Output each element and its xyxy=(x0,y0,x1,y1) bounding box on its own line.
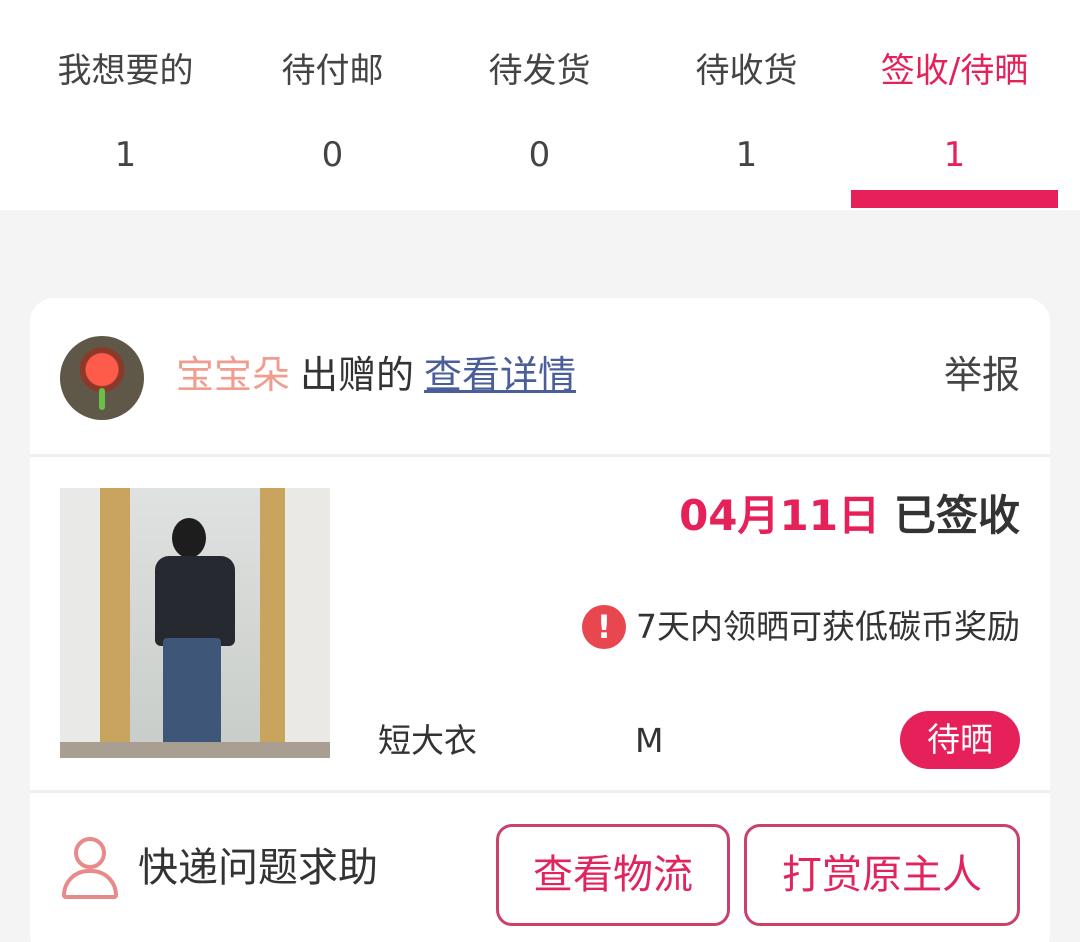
received-status: 已签收 xyxy=(893,491,1020,540)
reward-text: 7天内领晒可获低碳币奖励 xyxy=(636,607,1020,646)
divider xyxy=(30,790,1050,793)
tab-count: 0 xyxy=(321,135,344,175)
person-jeans xyxy=(163,638,221,753)
person-coat xyxy=(155,556,235,646)
tab-label: 待收货 xyxy=(695,51,798,91)
received-date: 04月11日 xyxy=(679,491,880,540)
tab-active-underline xyxy=(851,190,1058,208)
tip-original-owner-button[interactable]: 打赏原主人 xyxy=(744,824,1020,926)
tab-label: 待付邮 xyxy=(281,51,384,91)
product-photo[interactable] xyxy=(60,488,330,758)
tab-count: 1 xyxy=(114,135,137,175)
help-label: 快递问题求助 xyxy=(138,845,378,891)
tab-count: 1 xyxy=(735,135,758,175)
delivery-help[interactable]: 快递问题求助 xyxy=(60,828,378,908)
date-status: 04月11日 已签收 xyxy=(679,488,1020,544)
tab-pending-postage[interactable]: 待付邮 0 xyxy=(229,0,436,210)
tab-pending-shipment[interactable]: 待发货 0 xyxy=(436,0,643,210)
donor-name[interactable]: 宝宝朵 xyxy=(176,353,290,397)
view-details-link[interactable]: 查看详情 xyxy=(424,353,576,397)
floor xyxy=(60,742,330,758)
person-head xyxy=(172,518,206,558)
tab-label: 签收/待晒 xyxy=(880,51,1029,91)
item-size: M xyxy=(635,721,664,760)
tab-received-share[interactable]: 签收/待晒 1 xyxy=(851,0,1058,210)
exclamation-circle-icon: ! xyxy=(582,605,626,649)
order-card: 宝宝朵 出赠的 查看详情 举报 04月11日 已签收 ! 7天内领晒可获低碳币奖励 短… xyxy=(30,298,1050,942)
divider xyxy=(30,454,1050,457)
tab-wanted[interactable]: 我想要的 1 xyxy=(22,0,229,210)
person-icon xyxy=(60,837,120,899)
view-logistics-button[interactable]: 查看物流 xyxy=(496,824,730,926)
tab-label: 待发货 xyxy=(488,51,591,91)
tab-count: 0 xyxy=(528,135,551,175)
card-header: 宝宝朵 出赠的 查看详情 xyxy=(176,350,576,400)
rose-stem-decoration xyxy=(99,388,105,410)
status-tabs: 我想要的 1 待付邮 0 待发货 0 待收货 1 签收/待晒 1 xyxy=(0,0,1080,210)
tab-count: 1 xyxy=(943,135,966,175)
donor-avatar[interactable] xyxy=(60,336,144,420)
tab-label: 我想要的 xyxy=(57,51,194,91)
tab-pending-receipt[interactable]: 待收货 1 xyxy=(643,0,850,210)
report-button[interactable]: 举报 xyxy=(944,350,1020,400)
gift-text: 出赠的 xyxy=(300,353,415,397)
share-pending-badge[interactable]: 待晒 xyxy=(900,711,1020,769)
item-name: 短大衣 xyxy=(378,721,477,760)
reward-notice: ! 7天内领晒可获低碳币奖励 xyxy=(582,604,1020,650)
